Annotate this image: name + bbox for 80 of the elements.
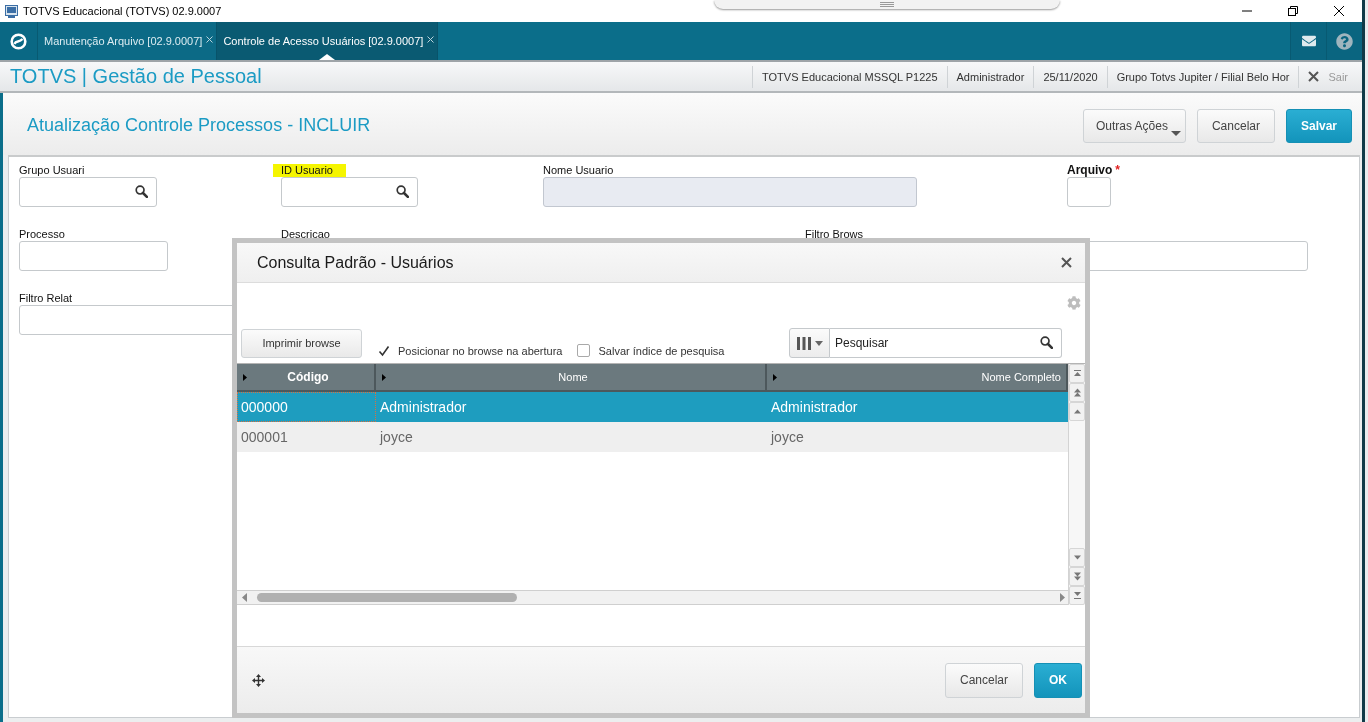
scroll-button[interactable] <box>1069 548 1085 567</box>
scrollbar-thumb[interactable] <box>257 593 517 602</box>
field-label: Processo <box>19 228 65 241</box>
checkbox-label: Posicionar no browse na abertura <box>398 344 563 357</box>
scroll-button[interactable] <box>1069 586 1085 605</box>
scroll-bottom-icon <box>1072 591 1082 600</box>
dialog-title: Consulta Padrão - Usuários <box>257 253 455 272</box>
double-up-icon <box>1072 388 1082 397</box>
double-down-icon <box>1072 572 1082 581</box>
scroll-button[interactable] <box>1069 402 1085 421</box>
logo-icon[interactable] <box>10 32 27 50</box>
table-row[interactable]: 000000 Administrador Administrador <box>237 392 1068 422</box>
print-button[interactable]: Imprimir browse <box>241 328 362 358</box>
field-label: Nome Usuario <box>543 164 614 177</box>
checkbox[interactable] <box>577 344 591 357</box>
header-info-text: Grupo Totvs Jupiter / Filial Belo Hor <box>1106 65 1299 88</box>
scroll-top-icon <box>1072 369 1082 378</box>
caret-icon <box>814 340 823 346</box>
table-cell-text: 000001 <box>240 428 289 447</box>
search-field[interactable]: Pesquisar <box>830 328 1062 358</box>
close-icon[interactable] <box>1061 257 1072 268</box>
input-field[interactable] <box>19 241 168 271</box>
caret-right-icon <box>773 373 777 381</box>
field-label: ID Usuario <box>273 164 346 177</box>
tab[interactable]: Controle de Acesso Usuários [02.9.0007] <box>217 22 439 60</box>
mail-icon[interactable] <box>1301 34 1316 48</box>
field-label: Filtro Brows <box>805 228 864 241</box>
required-mark: * <box>1115 164 1120 177</box>
action-button[interactable]: Salvar <box>1285 109 1352 143</box>
caret-icon <box>1170 131 1181 136</box>
field-label: Arquivo <box>1067 164 1113 177</box>
column-selector-button[interactable] <box>789 328 830 358</box>
caret-right-icon <box>243 373 247 381</box>
lookup-field[interactable] <box>281 177 418 207</box>
table-cell-text: Administrador <box>379 398 468 417</box>
app-title: TOTVS | Gestão de Pessoal <box>9 65 263 88</box>
close-icon <box>1308 71 1320 82</box>
field-label: Filtro Relat <box>19 292 73 305</box>
page-title: Atualização Controle Processos - INCLUIR <box>27 114 372 136</box>
table-cell-text: joyce <box>378 428 414 447</box>
header-info-text: TOTVS Educacional MSSQL P1225 <box>752 65 947 88</box>
right-triangle-icon[interactable] <box>1060 593 1065 602</box>
table-cell-text: Administrador <box>770 398 859 417</box>
move-icon[interactable] <box>252 673 265 687</box>
caret-right-icon <box>382 373 386 381</box>
header-info-text: 25/11/2020 <box>1033 65 1107 88</box>
help-icon[interactable] <box>1336 32 1353 50</box>
input-field[interactable] <box>1067 177 1111 207</box>
columns-icon <box>796 336 811 350</box>
column-header[interactable]: Nome <box>376 364 767 390</box>
dialog-button[interactable]: OK <box>1034 662 1082 698</box>
restore-icon <box>1288 6 1298 16</box>
pull-down-handle[interactable] <box>714 0 1060 9</box>
search-icon[interactable] <box>135 185 148 198</box>
grip-icon <box>880 2 894 7</box>
dialog-button[interactable]: Cancelar <box>944 662 1023 698</box>
scroll-button[interactable] <box>1069 364 1085 383</box>
close-icon <box>1334 6 1344 16</box>
left-triangle-icon[interactable] <box>242 593 247 602</box>
app-icon <box>5 4 18 18</box>
up-triangle-icon <box>1072 407 1082 416</box>
lookup-field[interactable] <box>19 177 157 207</box>
check-icon <box>377 344 390 357</box>
down-triangle-icon <box>1072 553 1082 562</box>
tab[interactable]: Manutenção Arquivo [02.9.0007] <box>38 22 218 60</box>
scroll-button[interactable] <box>1069 567 1085 586</box>
field-label: Descricao <box>281 228 330 241</box>
window-title: TOTVS Educacional (TOTVS) 02.9.0007 <box>23 5 222 17</box>
search-icon[interactable] <box>396 185 409 198</box>
horizontal-scrollbar[interactable] <box>237 590 1068 605</box>
table-cell-text: joyce <box>769 428 805 447</box>
field-label: Grupo Usuari <box>19 164 85 177</box>
header-info-text: Administrador <box>946 65 1034 88</box>
action-button[interactable]: Cancelar <box>1196 109 1275 143</box>
column-header[interactable]: Código <box>237 364 376 390</box>
menu-button[interactable]: Outras Ações <box>1082 109 1186 143</box>
checkbox-label: Salvar índice de pesquisa <box>598 344 725 357</box>
table-row[interactable]: 000001 joyce joyce <box>237 422 1068 452</box>
search-icon[interactable] <box>1040 336 1053 349</box>
scroll-button[interactable] <box>1069 383 1085 402</box>
